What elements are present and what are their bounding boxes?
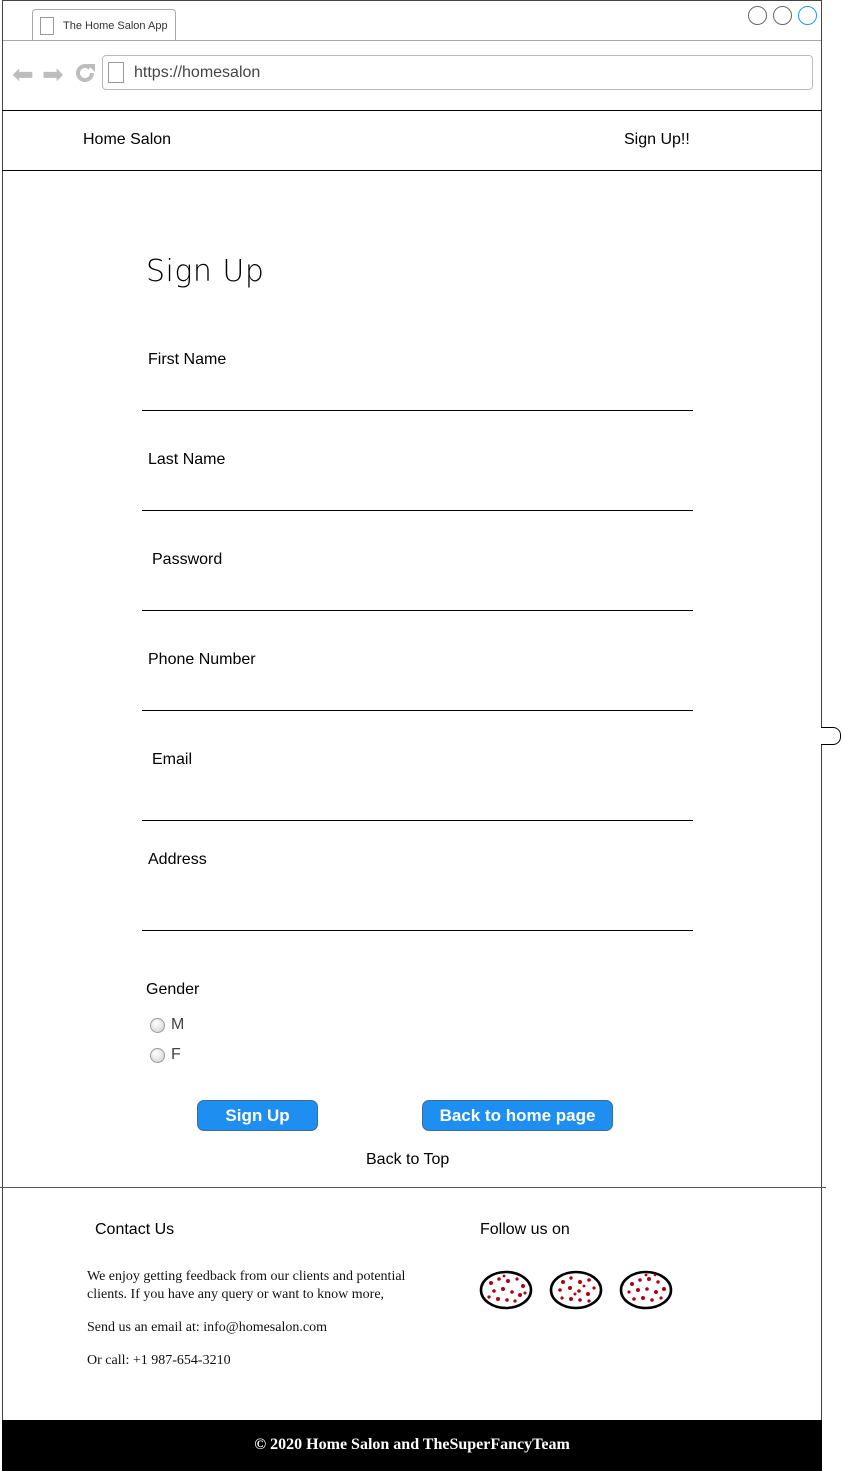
back-arrow-icon[interactable]: ⬅ [12, 61, 34, 87]
first-name-input[interactable] [142, 378, 697, 410]
page-title: Sign Up [146, 254, 265, 289]
forward-arrow-icon[interactable]: ➡ [42, 61, 64, 87]
gender-radio-m[interactable] [150, 1018, 165, 1033]
last-name-label: Last Name [148, 451, 226, 468]
social-icon[interactable] [549, 1270, 603, 1310]
contact-text: We enjoy getting feedback from our clien… [87, 1269, 406, 1302]
copyright-text: © 2020 Home Salon and TheSuperFancyTeam [254, 1436, 570, 1453]
phone-input[interactable] [142, 678, 697, 710]
scroll-handle[interactable] [821, 727, 841, 745]
last-name-underline [142, 510, 693, 511]
brand-link[interactable]: Home Salon [83, 131, 171, 149]
gender-label: Gender [146, 981, 200, 998]
phone-label: Phone Number [148, 651, 256, 668]
email-label: Email [152, 751, 193, 768]
social-icon[interactable] [479, 1270, 533, 1310]
address-label: Address [148, 851, 207, 868]
social-icon[interactable] [619, 1270, 673, 1310]
url-text[interactable]: https://homesalon [134, 64, 260, 82]
phone-underline [142, 710, 693, 711]
address-underline [142, 930, 693, 931]
back-to-top-link[interactable]: Back to Top [366, 1151, 449, 1169]
footer-divider [0, 1187, 826, 1188]
page-icon [108, 62, 124, 83]
signup-button[interactable]: Sign Up [197, 1100, 318, 1131]
minimize-circle-icon[interactable] [748, 6, 767, 25]
password-label: Password [152, 551, 223, 568]
reload-icon[interactable] [73, 61, 97, 90]
back-home-button[interactable]: Back to home page [422, 1100, 613, 1131]
password-underline [142, 610, 693, 611]
email-underline [142, 820, 693, 821]
password-input[interactable] [142, 578, 697, 610]
follow-heading: Follow us on [480, 1221, 570, 1238]
gender-option-f-label: F [171, 1046, 181, 1063]
gender-radio-f[interactable] [150, 1048, 165, 1063]
tab-title: The Home Salon App [63, 20, 168, 32]
first-name-underline [142, 410, 693, 411]
page-icon [40, 17, 54, 35]
maximize-circle-icon[interactable] [773, 6, 792, 25]
contact-heading: Contact Us [95, 1221, 175, 1238]
tab-divider [3, 40, 821, 41]
nav-signup-link[interactable]: Sign Up!! [624, 131, 690, 149]
address-input[interactable] [142, 880, 697, 930]
close-circle-icon[interactable] [798, 6, 817, 25]
browser-window [2, 0, 822, 1470]
contact-email: Send us an email at: info@homesalon.com [87, 1320, 327, 1335]
last-name-input[interactable] [142, 478, 697, 510]
gender-option-m-label: M [171, 1016, 185, 1033]
contact-phone: Or call: +1 987-654-3210 [87, 1353, 231, 1368]
email-input[interactable] [142, 780, 697, 820]
first-name-label: First Name [148, 351, 227, 368]
